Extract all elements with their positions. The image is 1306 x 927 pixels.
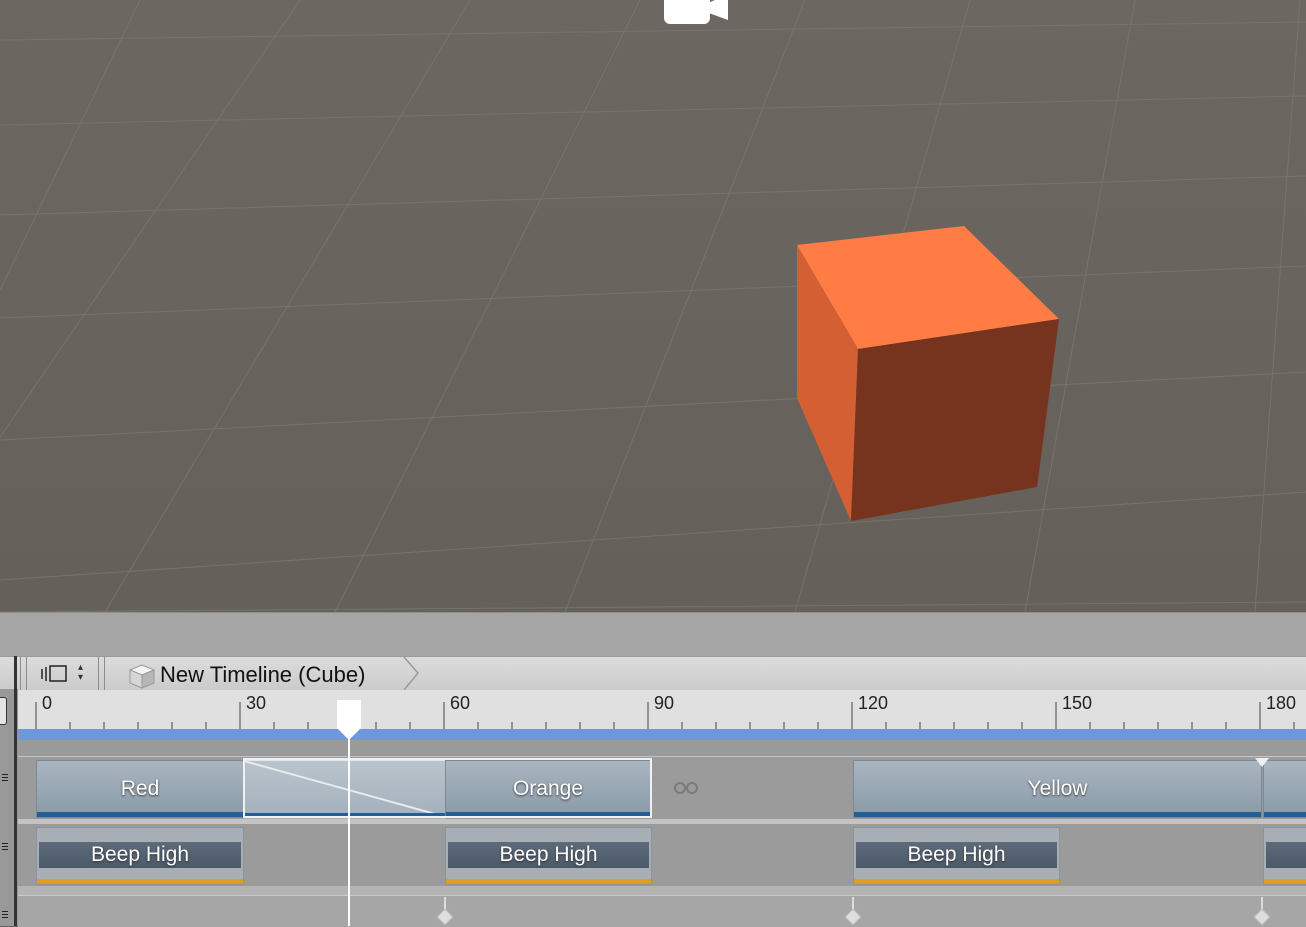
breadcrumb[interactable]: New Timeline (Cube) — [104, 657, 420, 690]
clip-label: Beep High — [499, 843, 598, 866]
blend-underline — [244, 813, 446, 818]
clip-label: Yellow — [1027, 777, 1088, 800]
clip-underline — [446, 812, 650, 817]
track-view-icon — [41, 665, 67, 682]
ruler-label: 180 — [1266, 693, 1297, 713]
clip-label: Beep High — [907, 843, 1006, 866]
ruler-label: 90 — [654, 693, 675, 713]
ruler-label: 120 — [858, 693, 889, 713]
ruler-spacer — [18, 740, 1306, 756]
clip-underline — [446, 879, 651, 884]
clip-label: Orange — [512, 777, 584, 800]
clip-underline — [1264, 879, 1306, 884]
audio-waveform — [1266, 842, 1306, 868]
breadcrumb-chevron-icon — [403, 657, 419, 690]
ruler-label: 60 — [450, 693, 471, 713]
clip-underline — [854, 879, 1059, 884]
up-down-arrows-icon: ▴ ▾ — [78, 662, 84, 683]
clip-underline — [37, 812, 243, 817]
timeline-toolbar: ▴ ▾ New Timeline (Cube) — [0, 656, 1306, 691]
scene-grid — [0, 0, 1306, 612]
clip-label: Beep High — [90, 843, 190, 866]
clip-underline — [37, 879, 243, 884]
playhead-handle[interactable] — [337, 700, 361, 740]
clip-edge-marker-icon — [1255, 758, 1269, 767]
audio-clip-beep-high[interactable]: Beep High — [445, 827, 652, 885]
signal-track[interactable] — [18, 895, 1306, 927]
timeline-range-bar[interactable] — [18, 729, 1306, 740]
track-divider — [18, 886, 1306, 895]
audio-clip-beep-high[interactable]: Beep High — [853, 827, 1060, 885]
track-view-toggle-button[interactable]: ▴ ▾ — [26, 659, 98, 687]
track-drag-handle[interactable] — [2, 774, 8, 784]
loop-icon — [674, 782, 698, 794]
gutter-tab[interactable] — [0, 697, 7, 725]
clip-label: Red — [120, 777, 160, 800]
track-drag-handle[interactable] — [2, 843, 8, 853]
ruler-label: 150 — [1062, 693, 1093, 713]
audio-clip-beep-high[interactable]: Beep High — [36, 827, 244, 885]
track-drag-handle[interactable] — [2, 911, 8, 921]
cube-icon — [128, 664, 156, 689]
toolbar-separator — [20, 657, 21, 690]
clip-underline — [1264, 812, 1306, 817]
animation-clip-red[interactable]: Red — [36, 760, 244, 818]
ruler-label: 0 — [42, 693, 53, 713]
ruler-label: 30 — [246, 693, 267, 713]
animation-clip-yellow[interactable]: Yellow — [853, 760, 1262, 818]
timeline-window-header — [0, 612, 1306, 657]
blend-region[interactable] — [243, 760, 447, 819]
audio-clip-next[interactable] — [1263, 827, 1306, 885]
animation-clip-orange[interactable]: Orange — [445, 760, 651, 818]
header-splitter[interactable] — [14, 656, 17, 926]
clip-underline — [854, 812, 1261, 817]
camera-gizmo-icon[interactable] — [664, 0, 728, 24]
breadcrumb-timeline-label: New Timeline (Cube) — [160, 662, 366, 687]
playhead-line[interactable] — [348, 728, 350, 926]
animation-clip-next[interactable] — [1263, 760, 1306, 818]
orange-cube[interactable] — [797, 226, 1059, 521]
blend-curve — [243, 760, 447, 818]
toolbar-separator — [98, 657, 99, 690]
scene-view[interactable] — [0, 0, 1306, 612]
